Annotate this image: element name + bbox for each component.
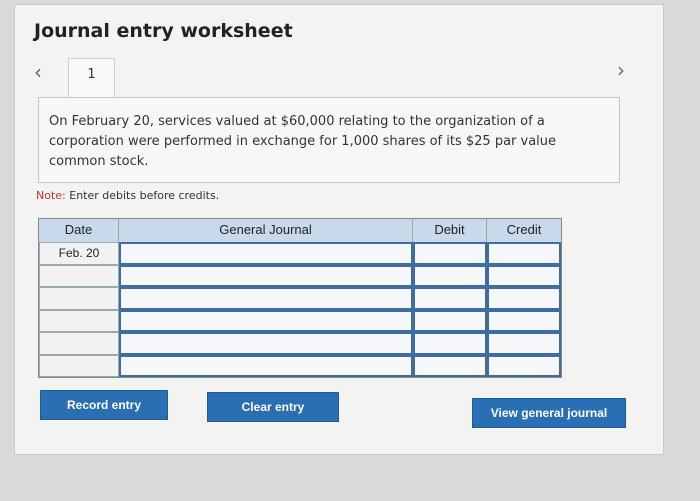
chevron-right-icon[interactable]: ›: [617, 58, 625, 82]
header-debit: Debit: [413, 219, 487, 242]
debit-input[interactable]: [413, 354, 487, 377]
credit-input[interactable]: [487, 287, 561, 310]
debit-input[interactable]: [413, 287, 487, 310]
general-journal-input[interactable]: [119, 354, 413, 377]
tab-1[interactable]: 1: [68, 58, 115, 98]
question-text: On February 20, services valued at $60,0…: [38, 97, 620, 183]
chevron-left-icon[interactable]: ‹: [34, 60, 42, 84]
debit-input[interactable]: [413, 242, 487, 265]
general-journal-input[interactable]: [119, 309, 413, 332]
debit-input[interactable]: [413, 332, 487, 355]
view-general-journal-button[interactable]: View general journal: [472, 398, 626, 428]
journal-table: Date General Journal Debit Credit Feb. 2…: [38, 218, 562, 378]
clear-entry-button[interactable]: Clear entry: [207, 392, 339, 422]
date-cell[interactable]: [39, 309, 119, 332]
note-label: Note:: [36, 189, 66, 202]
credit-input[interactable]: [487, 332, 561, 355]
date-cell[interactable]: [39, 332, 119, 355]
tab-label: 1: [87, 67, 96, 82]
credit-input[interactable]: [487, 242, 561, 265]
credit-input[interactable]: [487, 309, 561, 332]
general-journal-input[interactable]: [119, 332, 413, 355]
date-cell[interactable]: [39, 264, 119, 287]
date-cell[interactable]: Feb. 20: [39, 242, 119, 265]
general-journal-input[interactable]: [119, 264, 413, 287]
header-general-journal: General Journal: [119, 219, 413, 242]
page-title: Journal entry worksheet: [34, 20, 293, 42]
record-entry-button[interactable]: Record entry: [40, 390, 168, 420]
note: Note: Enter debits before credits.: [36, 189, 219, 202]
header-credit: Credit: [487, 219, 561, 242]
date-cell[interactable]: [39, 354, 119, 377]
note-text: Enter debits before credits.: [69, 189, 220, 202]
credit-input[interactable]: [487, 354, 561, 377]
debit-input[interactable]: [413, 309, 487, 332]
debit-input[interactable]: [413, 264, 487, 287]
date-cell[interactable]: [39, 287, 119, 310]
header-date: Date: [39, 219, 119, 242]
general-journal-input[interactable]: [119, 242, 413, 265]
general-journal-input[interactable]: [119, 287, 413, 310]
credit-input[interactable]: [487, 264, 561, 287]
